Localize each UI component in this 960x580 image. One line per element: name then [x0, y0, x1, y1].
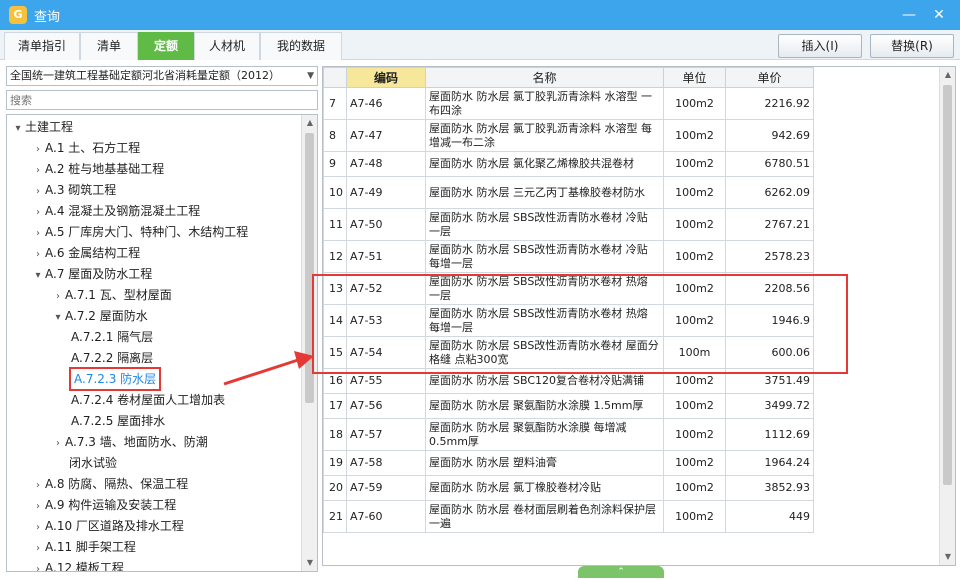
annotation-arrow-icon	[223, 351, 314, 386]
expand-panel-icon[interactable]: ⌃	[578, 566, 664, 578]
